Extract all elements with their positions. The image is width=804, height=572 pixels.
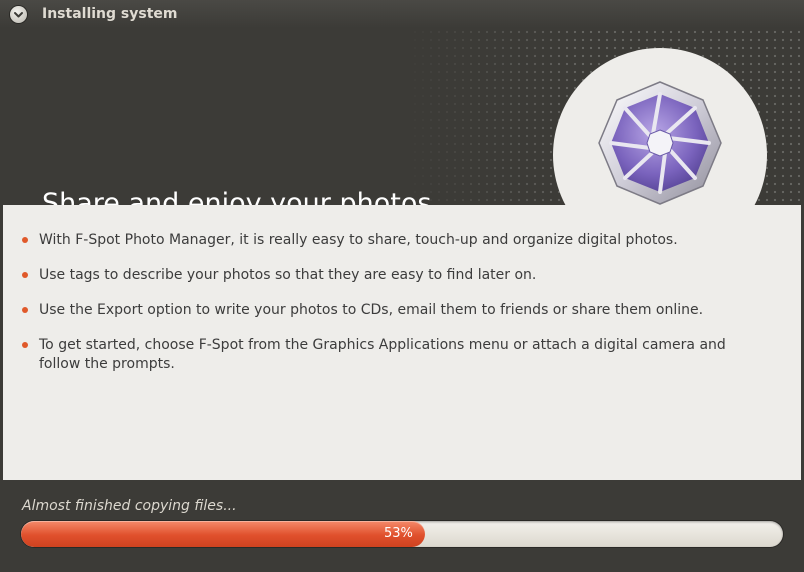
bullet-dot-icon xyxy=(22,272,28,278)
bullet-dot-icon xyxy=(22,237,28,243)
list-item: To get started, choose F-Spot from the G… xyxy=(21,336,761,374)
progress-footer: Almost finished copying files... 53% xyxy=(3,480,801,568)
list-item-text: Use the Export option to write your phot… xyxy=(39,302,704,318)
progress-percent: 53% xyxy=(383,526,413,541)
list-item-text: To get started, choose F-Spot from the G… xyxy=(39,337,726,372)
list-item-text: With F-Spot Photo Manager, it is really … xyxy=(39,232,678,248)
list-item: With F-Spot Photo Manager, it is really … xyxy=(21,231,761,250)
f-spot-logo-icon xyxy=(598,81,722,205)
list-item: Use tags to describe your photos so that… xyxy=(21,266,761,285)
progress-fill: 53% xyxy=(21,521,425,547)
slide-content: With F-Spot Photo Manager, it is really … xyxy=(3,205,801,480)
progress-bar: 53% xyxy=(21,521,783,547)
title-bar[interactable]: Installing system xyxy=(0,0,804,28)
chevron-down-icon xyxy=(14,12,23,18)
list-item: Use the Export option to write your phot… xyxy=(21,301,761,320)
bullet-dot-icon xyxy=(22,342,28,348)
list-item-text: Use tags to describe your photos so that… xyxy=(39,267,537,283)
slide-heading: Share and enjoy your photos xyxy=(42,188,432,205)
window-title: Installing system xyxy=(42,6,178,22)
slide-banner: Share and enjoy your photos xyxy=(3,28,801,205)
bullet-list: With F-Spot Photo Manager, it is really … xyxy=(21,231,761,390)
bullet-dot-icon xyxy=(22,307,28,313)
status-text: Almost finished copying files... xyxy=(22,498,237,514)
installer-window: Installing system Share and enjoy your p… xyxy=(0,0,804,572)
window-menu-button[interactable] xyxy=(10,6,27,23)
